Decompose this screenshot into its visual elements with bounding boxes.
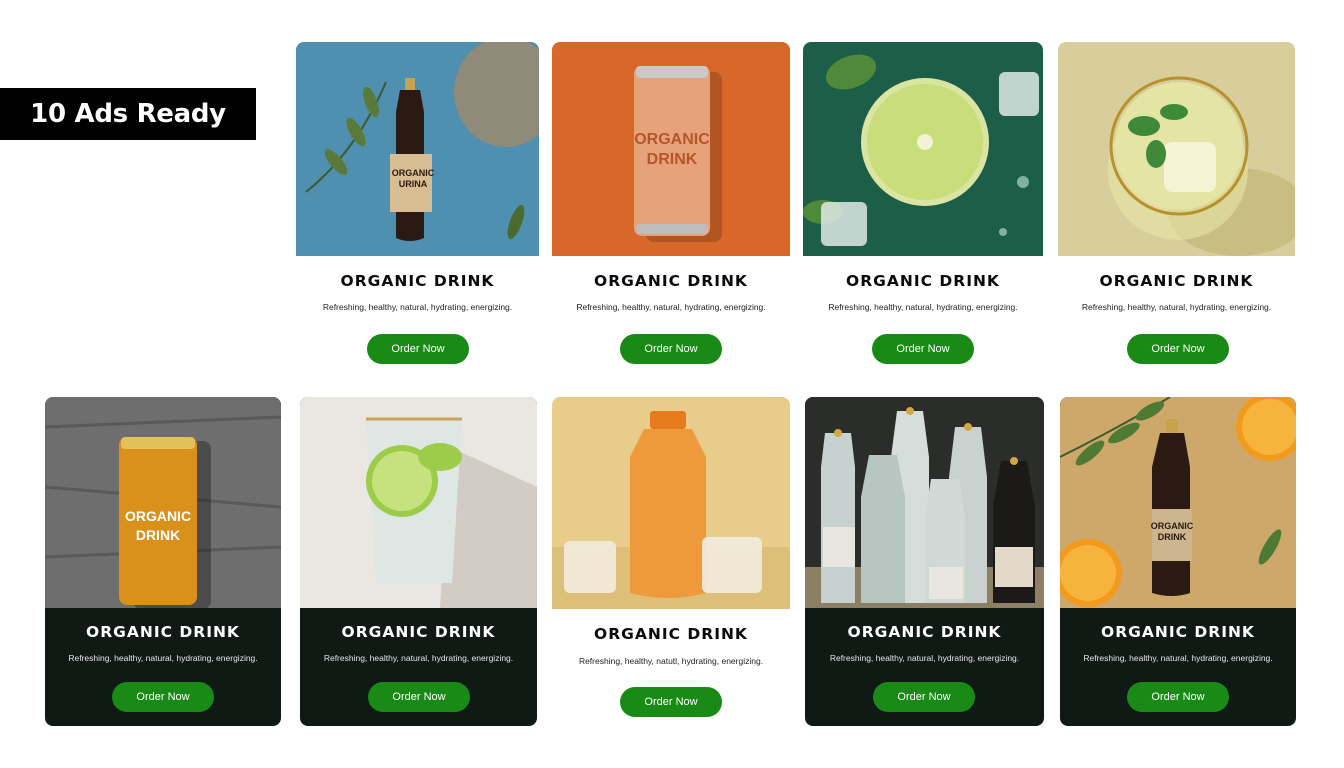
product-photo-orange-bottle (552, 397, 790, 609)
card-description: Refreshing, healthy, natural, hydrating,… (1083, 653, 1273, 663)
card-title: ORGANIC DRINK (846, 272, 1000, 290)
ad-card: ORGANIC DRINK Refreshing, healthy, natur… (805, 397, 1044, 726)
card-description: Refreshing, healthy, natural, hydrating,… (323, 653, 514, 663)
ad-card: ORGANIC DRINK ORGANIC DRINK Refreshing, … (552, 42, 790, 382)
can-label-text: ORGANIC DRINK (634, 131, 710, 168)
product-photo-gold-can: ORGANIC DRINK (45, 397, 281, 608)
can-label-text: ORGANIC DRINK (124, 508, 192, 543)
product-photo-glass-bottles (805, 397, 1044, 608)
bottle-label-text: ORGANIC DRINK (1150, 521, 1194, 542)
card-description: Refreshing, healthy, natural, hydrating,… (68, 653, 258, 663)
ad-card: ORGANIC DRINK ORGANIC DRINK Refreshing, … (1060, 397, 1296, 726)
product-photo-bottle-leaves: ORGANIC URINA (296, 42, 539, 256)
order-now-button[interactable]: Order Now (873, 682, 975, 712)
card-description: Refreshing, healthy, natural, hydrating,… (576, 302, 766, 312)
card-title: ORGANIC DRINK (594, 625, 748, 643)
ad-card: ORGANIC DRINK Refreshing, healthy, natur… (1058, 42, 1295, 382)
product-photo-lime-glass (300, 397, 537, 608)
product-photo-can-orange: ORGANIC DRINK (552, 42, 790, 256)
card-title: ORGANIC DRINK (594, 272, 748, 290)
order-now-button[interactable]: Order Now (112, 682, 214, 712)
card-title: ORGANIC DRINK (86, 623, 240, 641)
product-photo-lime-ice (803, 42, 1043, 256)
card-title: ORGANIC DRINK (1101, 623, 1255, 641)
ad-card: ORGANIC URINA ORGANIC DRINK Refreshing, … (296, 42, 539, 382)
card-title: ORGANIC DRINK (340, 272, 495, 290)
card-title: ORGANIC DRINK (847, 623, 1002, 641)
card-title: ORGANIC DRINK (1099, 272, 1254, 290)
order-now-button[interactable]: Order Now (1127, 334, 1229, 364)
order-now-button[interactable]: Order Now (1127, 682, 1229, 712)
ad-card: ORGANIC DRINK Refreshing, healthy, natur… (300, 397, 537, 726)
order-now-button[interactable]: Order Now (368, 682, 470, 712)
order-now-button[interactable]: Order Now (872, 334, 974, 364)
order-now-button[interactable]: Order Now (620, 687, 722, 717)
ad-card: ORGANIC DRINK Refreshing, healthy, natur… (803, 42, 1043, 382)
ad-card: ORGANIC DRINK ORGANIC DRINK Refreshing, … (45, 397, 281, 726)
card-description: Refreshing, healthy, natutl, hydrating, … (578, 656, 764, 666)
bottle-label-text: ORGANIC URINA (391, 168, 435, 189)
ad-card: ORGANIC DRINK Refreshing, healthy, natut… (552, 397, 790, 726)
card-description: Refreshing, healthy, natural, hydrating,… (1081, 302, 1272, 312)
order-now-button[interactable]: Order Now (620, 334, 722, 364)
order-now-button[interactable]: Order Now (367, 334, 469, 364)
product-photo-bottle-oranges: ORGANIC DRINK (1060, 397, 1296, 608)
card-description: Refreshing, healthy, natural, hydrating,… (829, 653, 1020, 663)
card-title: ORGANIC DRINK (341, 623, 496, 641)
card-description: Refreshing, healthy, natural, hydrating,… (322, 302, 513, 312)
product-photo-glass-mint (1058, 42, 1295, 256)
ads-ready-banner: 10 Ads Ready (0, 88, 256, 140)
card-description: Refreshing, healthy, natural, hydrating,… (828, 302, 1018, 312)
